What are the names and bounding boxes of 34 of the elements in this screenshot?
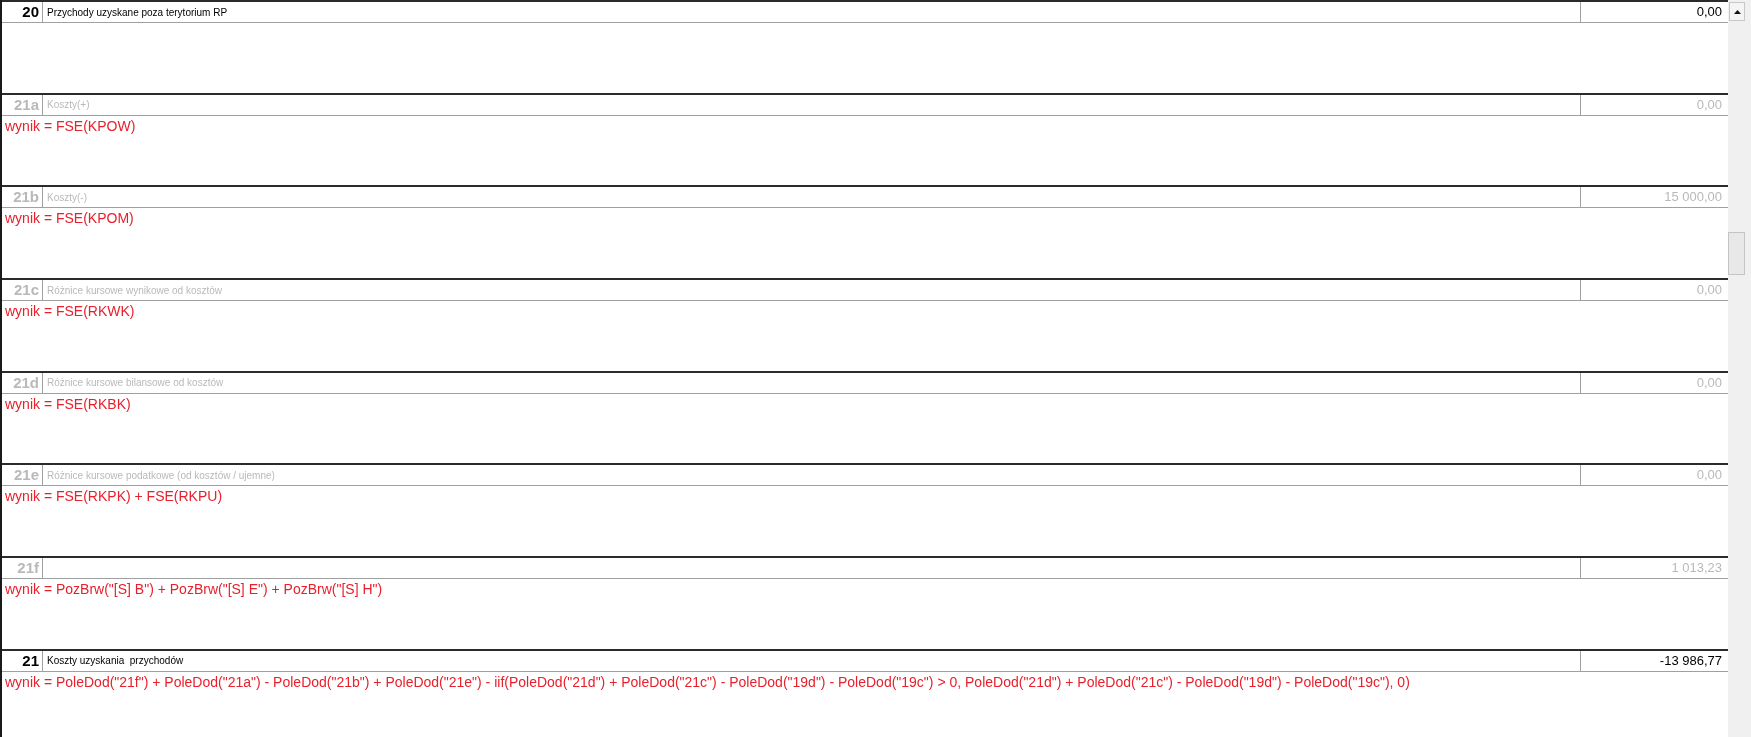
formula-text: wynik = PoleDod("21f") + PoleDod("21a") - PoleDod("21b") + PoleDod("21e") - iif(PoleDod("21d") + PoleDod("21c") - PoleDod("19d") - PoleDod("19c") > 0, PoleDod("21d") + PoleDod("21c") - PoleDod("19d") - PoleDod("19c"), 0) [5, 673, 1410, 691]
row-label: Różnice kursowe wynikowe od kosztów [47, 283, 223, 297]
row-label: Koszty(+) [47, 98, 90, 112]
up-triangle-icon [1733, 9, 1741, 14]
amount-value: 15 000,00 [1664, 189, 1722, 206]
row-number: 21c [13, 281, 39, 300]
scrollbar-thumb[interactable] [1728, 232, 1745, 275]
amount-value: 0,00 [1696, 282, 1722, 299]
formula-text: wynik = PozBrw("[S] B") + PozBrw("[S] E") + PozBrw("[S] H") [5, 581, 383, 599]
row-number: 20 [22, 3, 39, 21]
row-label: Koszty uzyskania przychodów [47, 654, 184, 668]
formula-text: wynik = FSE(RKPK) + FSE(RKPU) [5, 488, 223, 506]
scroll-up-button[interactable] [1729, 2, 1745, 21]
row-label: Przychody uzyskane poza terytorium RP [47, 5, 228, 19]
scrollbar-track[interactable] [1728, 0, 1751, 737]
formula-text: wynik = FSE(KPOM) [5, 210, 134, 228]
amount-value: 0,00 [1696, 96, 1722, 113]
row-number: 21b [13, 188, 39, 207]
row-number: 21a [13, 95, 39, 114]
row-label: Koszty(-) [47, 190, 87, 204]
row-label: Różnice kursowe podatkowe (od kosztów / ujemne) [47, 468, 275, 482]
row-number: 21f [17, 559, 39, 578]
row-number: 21d [13, 373, 39, 392]
formula-text: wynik = FSE(KPOW) [5, 117, 136, 135]
amount-value: 0,00 [1696, 467, 1722, 484]
amount-value: -13 986,77 [1659, 652, 1722, 669]
amount-value: 0,00 [1696, 4, 1722, 20]
row-label: Różnice kursowe bilansowe od kosztów [47, 376, 224, 390]
formula-text: wynik = FSE(RKWK) [5, 303, 135, 321]
amount-value: 1 013,23 [1671, 560, 1722, 577]
formula-text: wynik = FSE(RKBK) [5, 395, 131, 413]
row-number: 21 [22, 651, 39, 670]
row-number: 21e [13, 466, 39, 485]
amount-value: 0,00 [1696, 374, 1722, 391]
